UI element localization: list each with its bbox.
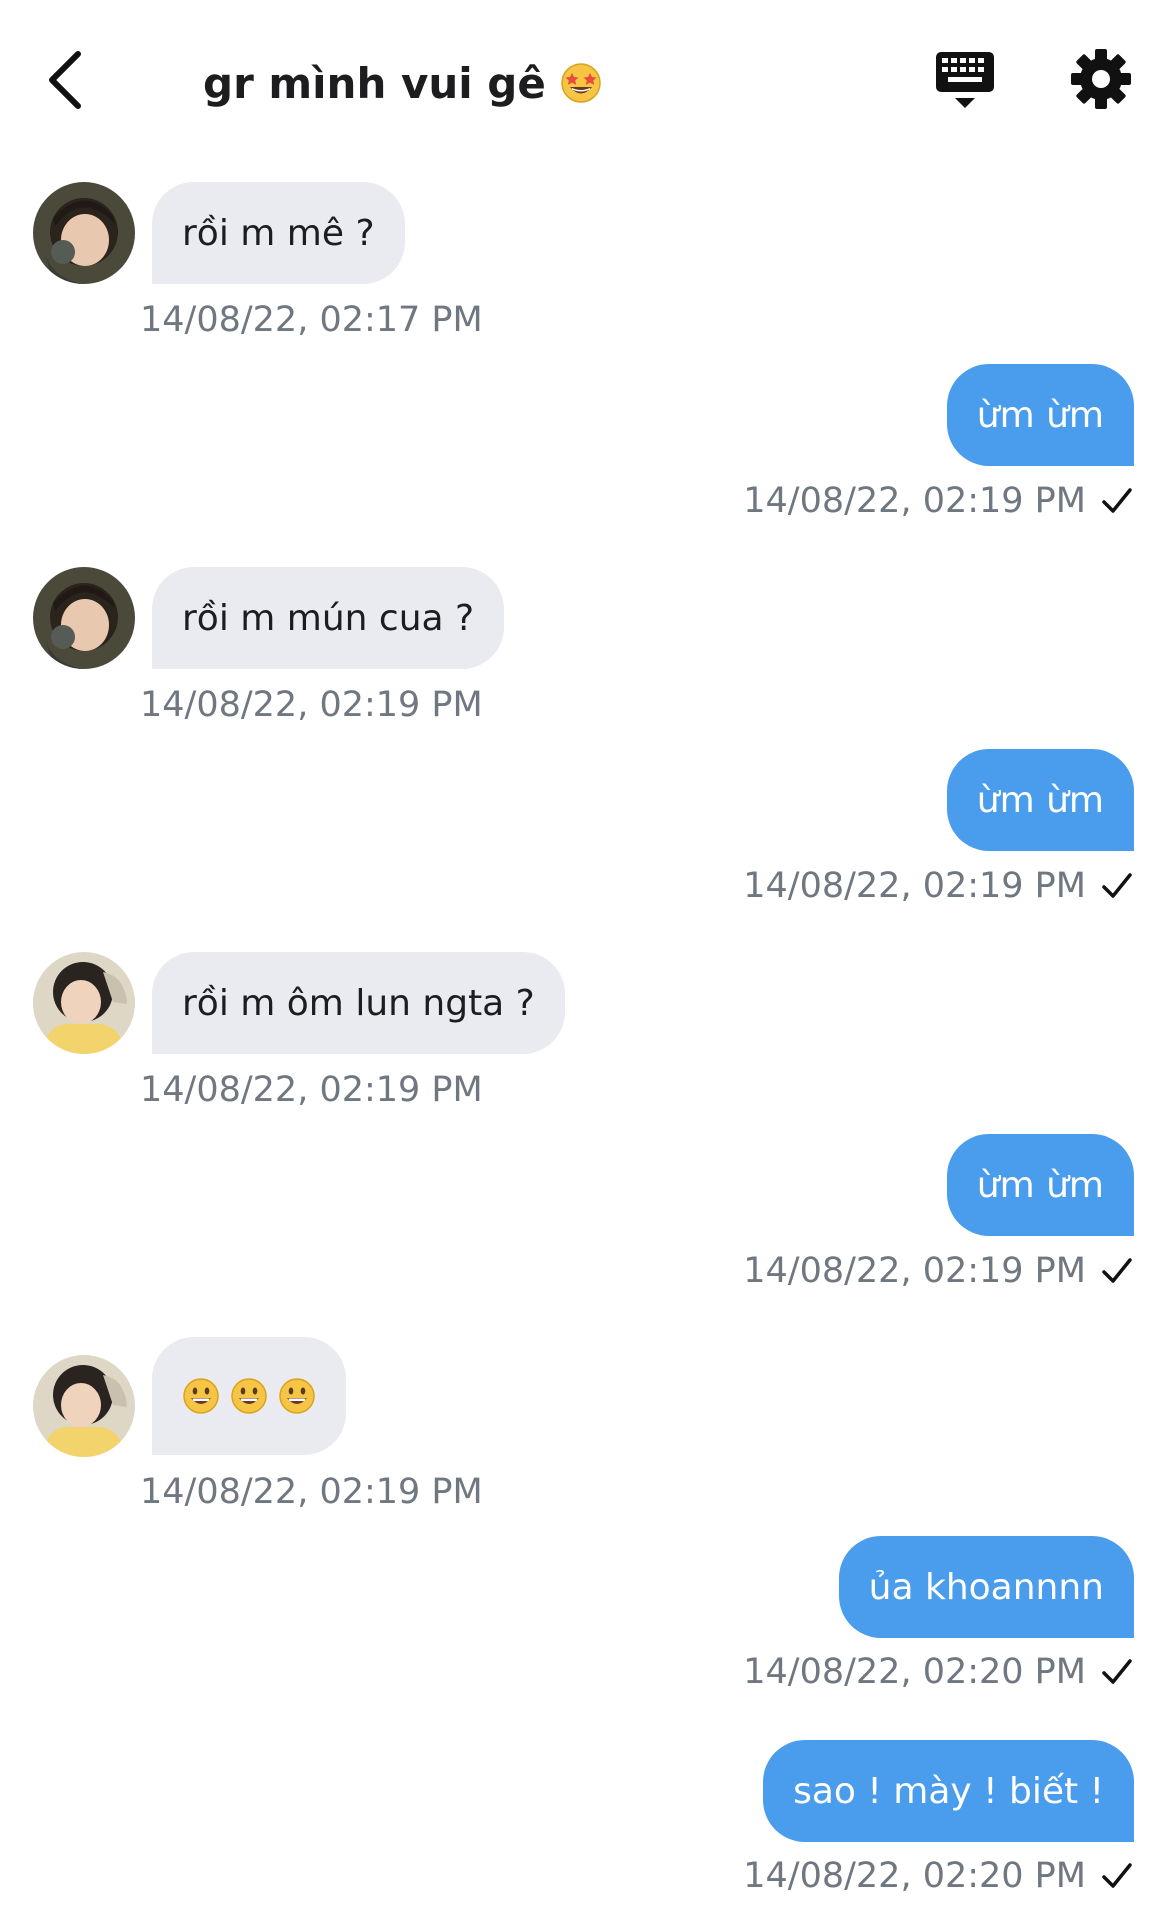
message-bubble[interactable]: rồi m ôm lun ngta ?: [152, 952, 565, 1054]
timestamp-text: 14/08/22, 02:19 PM: [743, 1251, 1086, 1291]
message-timestamp: 14/08/22, 02:17 PM: [140, 300, 483, 340]
avatar[interactable]: [33, 182, 135, 284]
chevron-left-icon: [49, 51, 81, 109]
check-icon: [1102, 488, 1132, 513]
chat-screen: gr mình vui gê rồi m mê ? 14/08/22, 02:1…: [0, 0, 1172, 1920]
grinning-face-emoji: [183, 1378, 219, 1414]
chat-title-text: gr mình vui gê: [203, 58, 546, 108]
message-timestamp: 14/08/22, 02:19 PM: [743, 1251, 1134, 1291]
message-bubble[interactable]: ừm ừm: [946, 749, 1134, 851]
avatar[interactable]: [33, 952, 135, 1054]
keyboard-button[interactable]: [930, 46, 1000, 116]
check-icon: [1102, 1258, 1132, 1283]
avatar-photo: [33, 182, 135, 284]
message-text: rồi m mê ?: [182, 212, 375, 254]
emoji-row: [182, 1377, 316, 1415]
message-timestamp: 14/08/22, 02:19 PM: [743, 481, 1134, 521]
message-text: ủa khoannnn: [868, 1566, 1104, 1608]
gear-icon: [1071, 49, 1131, 109]
keyboard-icon: [936, 52, 994, 108]
avatar-photo: [33, 567, 135, 669]
avatar[interactable]: [33, 567, 135, 669]
message-bubble[interactable]: sao ! mày ! biết !: [763, 1740, 1134, 1842]
star-struck-emoji: [561, 63, 601, 103]
avatar-photo: [33, 952, 135, 1054]
message-bubble[interactable]: rồi m mún cua ?: [152, 567, 505, 669]
grinning-face-emoji: [231, 1378, 267, 1414]
timestamp-text: 14/08/22, 02:20 PM: [743, 1652, 1086, 1692]
check-icon: [1102, 873, 1132, 898]
chat-title[interactable]: gr mình vui gê: [203, 50, 602, 116]
back-button[interactable]: [30, 40, 100, 120]
message-bubble[interactable]: ừm ừm: [946, 1134, 1134, 1236]
message-text: rồi m mún cua ?: [182, 597, 475, 639]
message-timestamp: 14/08/22, 02:19 PM: [140, 685, 483, 725]
timestamp-text: 14/08/22, 02:19 PM: [743, 481, 1086, 521]
message-text: ừm ừm: [976, 779, 1104, 821]
message-text: rồi m ôm lun ngta ?: [182, 982, 535, 1024]
check-icon: [1102, 1863, 1132, 1888]
timestamp-text: 14/08/22, 02:20 PM: [743, 1856, 1086, 1896]
check-icon: [1102, 1659, 1132, 1684]
message-timestamp: 14/08/22, 02:19 PM: [140, 1070, 483, 1110]
avatar[interactable]: [33, 1355, 135, 1457]
emoji-message-bubble[interactable]: [152, 1337, 346, 1455]
avatar-photo: [33, 1355, 135, 1457]
message-timestamp: 14/08/22, 02:19 PM: [140, 1472, 483, 1512]
timestamp-text: 14/08/22, 02:19 PM: [743, 866, 1086, 906]
message-bubble[interactable]: ừm ừm: [946, 364, 1134, 466]
message-text: ừm ừm: [976, 1164, 1104, 1206]
settings-button[interactable]: [1070, 48, 1132, 110]
message-timestamp: 14/08/22, 02:20 PM: [743, 1652, 1134, 1692]
message-text: sao ! mày ! biết !: [793, 1770, 1104, 1812]
grinning-face-emoji: [279, 1378, 315, 1414]
message-text: ừm ừm: [976, 394, 1104, 436]
message-bubble[interactable]: ủa khoannnn: [838, 1536, 1134, 1638]
message-timestamp: 14/08/22, 02:19 PM: [743, 866, 1134, 906]
message-bubble[interactable]: rồi m mê ?: [152, 182, 405, 284]
message-timestamp: 14/08/22, 02:20 PM: [743, 1856, 1134, 1896]
